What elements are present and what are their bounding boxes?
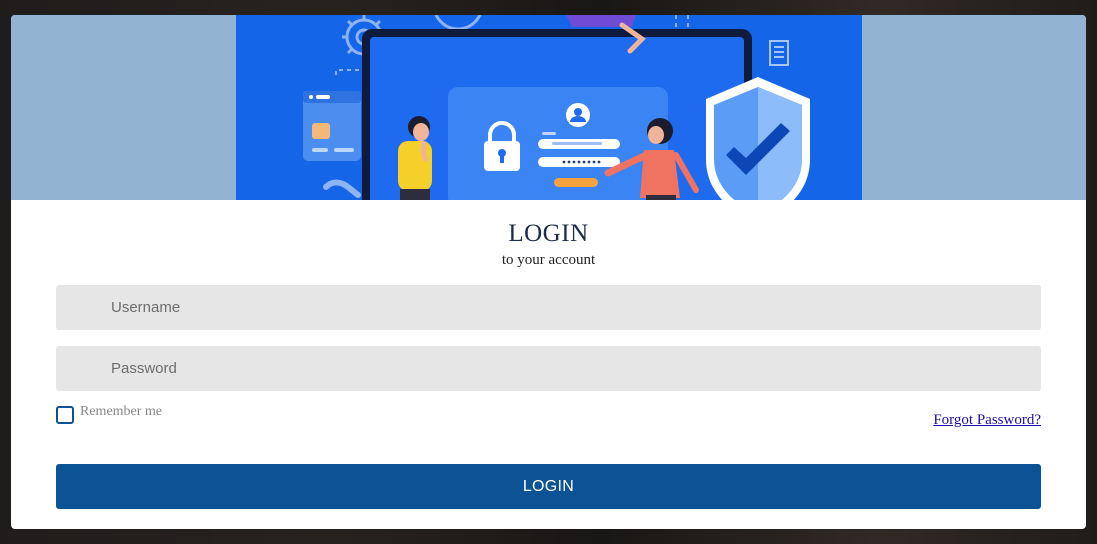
page-subtitle: to your account <box>501 252 596 268</box>
username-input[interactable] <box>56 285 1041 330</box>
banner <box>11 15 1086 200</box>
login-button[interactable]: LOGIN <box>56 464 1041 509</box>
remember-me-label: Remember me <box>80 404 163 419</box>
document-icon <box>769 40 789 66</box>
login-card: LOGIN to your account Remember me Forgot… <box>11 15 1086 529</box>
page-title: LOGIN <box>508 220 589 247</box>
login-security-illustration <box>236 15 862 200</box>
shield-check-icon <box>706 77 810 200</box>
credit-card-icon <box>303 91 361 161</box>
remember-me-checkbox[interactable] <box>56 406 74 424</box>
password-input[interactable] <box>56 346 1041 391</box>
user-icon <box>566 103 590 127</box>
forgot-password-link[interactable]: Forgot Password? <box>933 412 1041 429</box>
remember-me-toggle[interactable]: Remember me <box>56 404 163 424</box>
